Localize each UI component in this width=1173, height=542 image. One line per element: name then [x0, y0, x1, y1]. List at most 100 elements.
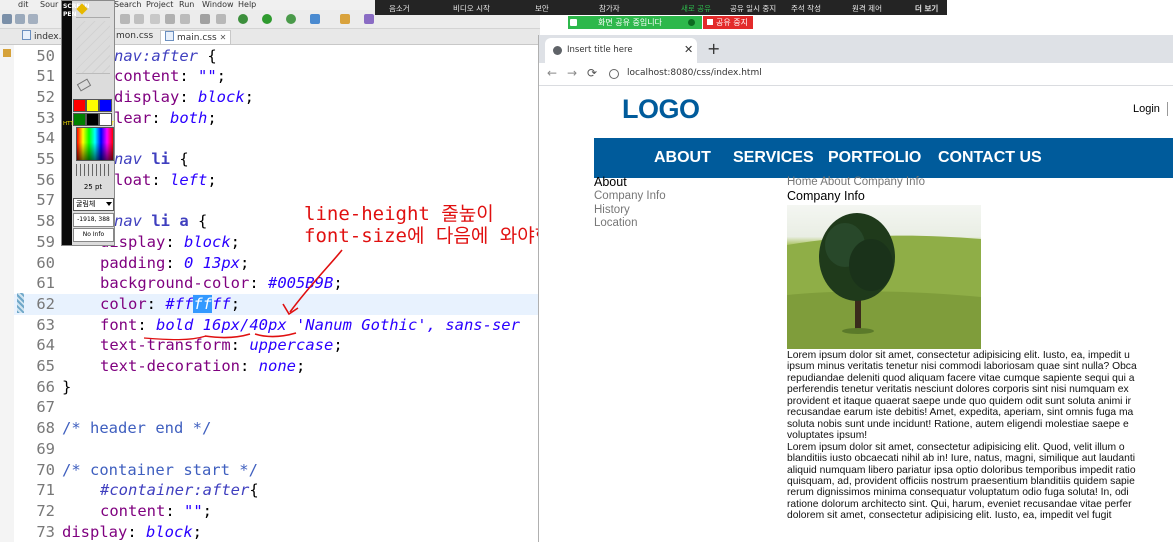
code-token: 0 13px [184, 253, 240, 272]
code-text: text-transform: uppercase; [100, 335, 343, 356]
back-icon[interactable]: ← [547, 66, 557, 80]
new-tab-button[interactable]: + [707, 39, 720, 58]
new-share-button[interactable]: 새로 공유 [681, 3, 711, 14]
code-token: : [239, 357, 259, 375]
browser-toolbar: ← → ⟳ localhost:8080/css/index.html [539, 63, 1173, 86]
color-swatch-white[interactable] [99, 113, 112, 126]
color-palette[interactable] [76, 127, 114, 161]
close-icon[interactable]: ✕ [684, 43, 693, 56]
tab-common-css[interactable]: mon.css [112, 30, 157, 43]
menu-source[interactable]: Sour [40, 0, 58, 10]
line-tool-icon[interactable] [76, 21, 110, 74]
code-line[interactable]: 73 display: block; [14, 522, 538, 542]
content-text-line: ipsum minus veritatis tenetur nisi commo… [787, 361, 1137, 373]
run-server-icon[interactable] [286, 14, 296, 24]
info-icon[interactable] [609, 69, 619, 79]
code-line[interactable]: 67 [14, 397, 538, 418]
code-line[interactable]: 66} [14, 377, 538, 398]
menu-run[interactable]: Run [179, 0, 194, 10]
toolbar-tool-icon[interactable] [150, 14, 160, 24]
pen-tool-icon[interactable] [76, 3, 110, 18]
code-line[interactable]: 61 background-color: #005B9B; [14, 273, 538, 294]
change-marker [17, 293, 24, 313]
menu-help[interactable]: Help [238, 0, 256, 10]
nav-portfolio[interactable]: PORTFOLIO [828, 138, 921, 178]
save-icon[interactable] [15, 14, 25, 24]
nav-about[interactable]: ABOUT [654, 138, 711, 178]
run-icon[interactable] [262, 14, 272, 24]
toolbar-tool-icon[interactable] [165, 14, 175, 24]
new-class-icon[interactable] [364, 14, 374, 24]
code-line[interactable]: 60 padding: 0 13px; [14, 253, 538, 274]
color-swatch-blue[interactable] [99, 99, 112, 112]
security-button[interactable]: 보안 [535, 3, 549, 14]
nav-services[interactable]: SERVICES [733, 138, 814, 178]
menu-project[interactable]: Project [146, 0, 173, 10]
browser-tab[interactable]: Insert title here ✕ [545, 38, 697, 63]
menu-search[interactable]: Search [114, 0, 141, 10]
toolbar-tool-icon[interactable] [180, 14, 190, 24]
new-package-icon[interactable] [340, 14, 350, 24]
close-icon[interactable]: ✕ [220, 33, 227, 42]
eraser-icon[interactable] [76, 78, 92, 92]
new-file-icon[interactable] [2, 14, 12, 24]
content-text-line: blanditiis iusto obcaecati nihil ab in! … [787, 453, 1136, 465]
pen-size-label: 25 pt [83, 183, 103, 191]
line-number: 71 [36, 481, 55, 500]
toolbar-tool-icon[interactable] [120, 14, 130, 24]
menu-window[interactable]: Window [202, 0, 234, 10]
mute-button[interactable]: 음소거 [389, 3, 410, 14]
toolbar-tool-icon[interactable] [216, 14, 226, 24]
code-line[interactable]: 64 text-transform: uppercase; [14, 335, 538, 356]
code-text: content: ""; [100, 501, 212, 522]
toolbar-tool-icon[interactable] [200, 14, 210, 24]
code-token: text-decoration [100, 357, 240, 375]
code-text: color: #ffffff; [100, 294, 240, 315]
remote-control-button[interactable]: 원격 제어 [852, 3, 882, 14]
color-swatch-yellow[interactable] [86, 99, 99, 112]
start-video-button[interactable]: 비디오 시작 [453, 3, 490, 14]
tab-main-css[interactable]: main.css ✕ [160, 30, 232, 44]
save-all-icon[interactable] [28, 14, 38, 24]
code-line[interactable]: 68 /* header end */ [14, 418, 538, 439]
external-tools-icon[interactable] [310, 14, 320, 24]
line-number: 59 [36, 232, 55, 251]
code-line[interactable]: 62 color: #ffffff; [14, 293, 538, 315]
site-logo[interactable]: LOGO [622, 94, 700, 125]
toolbar-tool-icon[interactable] [134, 14, 144, 24]
stop-share-button[interactable]: 공유 중지 [703, 16, 753, 29]
menu-edit[interactable]: dit [18, 0, 28, 10]
screen-pen-widget[interactable]: SCREEN PEN HTTP://DOLBA.NET 25 pt 굴림체 -1… [61, 0, 115, 246]
code-line[interactable]: 72 content: ""; [14, 501, 538, 522]
code-token: ff [193, 294, 213, 313]
code-text: padding: 0 13px; [100, 253, 249, 274]
pen-font-select[interactable]: 굴림체 [73, 198, 114, 211]
login-link[interactable]: Login [1133, 103, 1160, 115]
code-token: background-color [100, 274, 250, 293]
sidebar-item-history[interactable]: History [594, 204, 630, 218]
debug-icon[interactable] [238, 14, 248, 24]
code-token: content [114, 67, 180, 86]
forward-icon[interactable]: → [567, 66, 577, 80]
reload-icon[interactable]: ⟳ [587, 66, 597, 80]
sidebar-item-location[interactable]: Location [594, 217, 637, 231]
color-swatch-red[interactable] [73, 99, 86, 112]
color-swatch-green[interactable] [73, 113, 86, 126]
more-button[interactable]: 더 보기 [915, 3, 938, 14]
pause-share-button[interactable]: 공유 일시 중지 [730, 3, 776, 14]
nav-contact-us[interactable]: CONTACT US [938, 138, 1042, 178]
shield-icon [688, 19, 695, 26]
code-line[interactable]: 71 #container:after{ [14, 480, 538, 501]
annotate-button[interactable]: 주석 작성 [791, 3, 821, 14]
code-line[interactable]: 70 /* container start */ [14, 460, 538, 481]
code-token: : [165, 253, 184, 272]
code-token: : [137, 315, 156, 334]
participants-button[interactable]: 참가자 [599, 3, 620, 14]
code-line[interactable]: 69 [14, 439, 538, 460]
sidebar-item-company-info[interactable]: Company Info [594, 190, 666, 204]
code-line[interactable]: 63 font: bold 16px/40px 'Nanum Gothic', s… [14, 315, 538, 336]
code-line[interactable]: 65 text-decoration: none; [14, 356, 538, 377]
address-bar[interactable]: localhost:8080/css/index.html [627, 68, 762, 78]
color-swatch-black[interactable] [86, 113, 99, 126]
pen-size-slider[interactable] [76, 164, 112, 176]
